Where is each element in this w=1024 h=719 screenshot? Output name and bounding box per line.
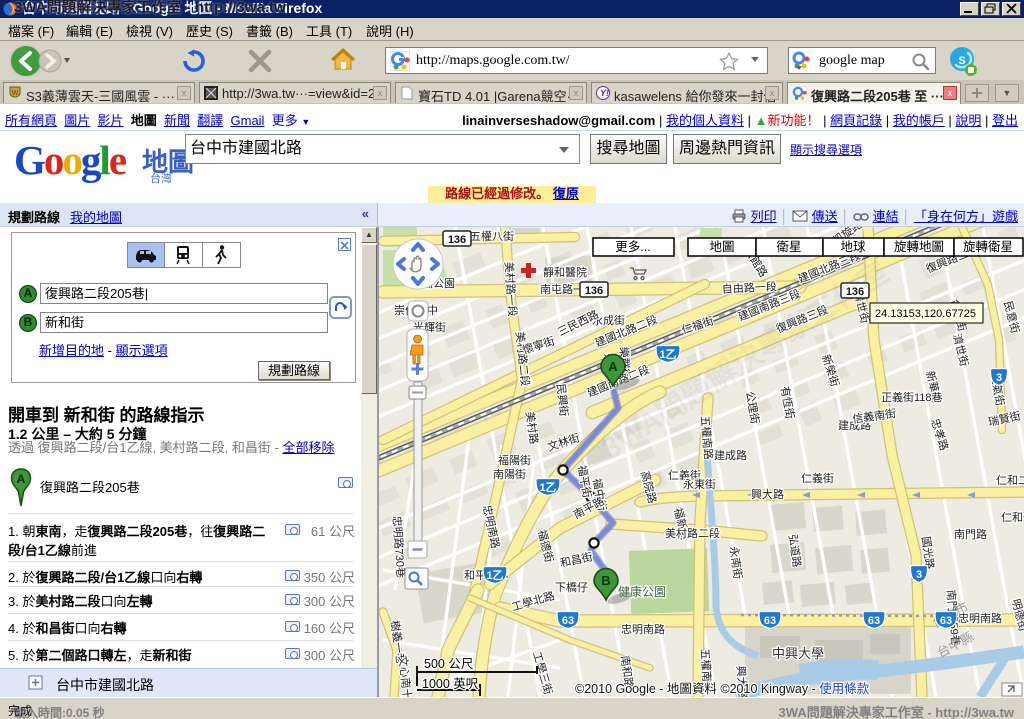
- svg-text:B: B: [601, 573, 610, 588]
- svg-text:1乙: 1乙: [659, 348, 676, 361]
- svg-text:63: 63: [868, 615, 880, 627]
- svg-text:500 公尺: 500 公尺: [424, 657, 473, 671]
- svg-text:63: 63: [764, 615, 776, 627]
- svg-text:下橋仔: 下橋仔: [555, 580, 588, 594]
- svg-text:A: A: [17, 472, 26, 486]
- svg-text:1000 英呎: 1000 英呎: [422, 677, 479, 691]
- svg-text:63: 63: [562, 615, 574, 627]
- svg-text:南門路: 南門路: [954, 528, 987, 541]
- svg-text:更多...: 更多...: [615, 240, 650, 254]
- svg-text:地圖: 地圖: [709, 240, 734, 254]
- svg-text:衛星: 衛星: [776, 240, 801, 254]
- svg-text:S: S: [958, 55, 965, 67]
- svg-text:W: W: [12, 90, 19, 97]
- svg-text:建成路: 建成路: [714, 448, 747, 462]
- svg-text:正義街118巷: 正義街118巷: [881, 390, 943, 404]
- svg-text:A: A: [608, 359, 618, 374]
- svg-text:南陽街: 南陽街: [493, 467, 526, 481]
- svg-text:靜和醫院: 靜和醫院: [543, 265, 587, 279]
- svg-text:136: 136: [585, 285, 603, 297]
- svg-text:©2010 Google - 地圖資料 ©2010 King: ©2010 Google - 地圖資料 ©2010 Kingway - 使用條款: [575, 681, 870, 696]
- svg-text:美村路二段: 美村路二段: [665, 526, 720, 540]
- svg-text:興大路: 興大路: [751, 487, 784, 501]
- svg-text:地球: 地球: [840, 240, 866, 254]
- svg-text:永東街: 永東街: [683, 477, 716, 491]
- svg-text:1乙: 1乙: [539, 481, 556, 494]
- svg-text:旋轉衛星: 旋轉衛星: [963, 240, 1013, 254]
- svg-text:1乙: 1乙: [486, 569, 503, 582]
- svg-text:3: 3: [996, 372, 1002, 384]
- svg-text:24.13153,120.67725: 24.13153,120.67725: [875, 308, 976, 320]
- svg-text:63: 63: [940, 615, 952, 627]
- svg-text:福陽街: 福陽街: [498, 453, 531, 467]
- svg-text:仁和二街: 仁和二街: [996, 473, 1024, 487]
- svg-text:3: 3: [916, 569, 922, 581]
- svg-text:136: 136: [448, 234, 466, 246]
- svg-text:旋轉地圖: 旋轉地圖: [894, 240, 944, 254]
- svg-text:仁和一街: 仁和一街: [1001, 510, 1024, 524]
- svg-text:五權八街: 五權八街: [470, 229, 514, 243]
- svg-text:中興大學: 中興大學: [772, 646, 824, 661]
- svg-text:忠明南路: 忠明南路: [621, 623, 665, 636]
- svg-text:Y!: Y!: [600, 88, 609, 98]
- svg-text:仁義街: 仁義街: [801, 471, 834, 485]
